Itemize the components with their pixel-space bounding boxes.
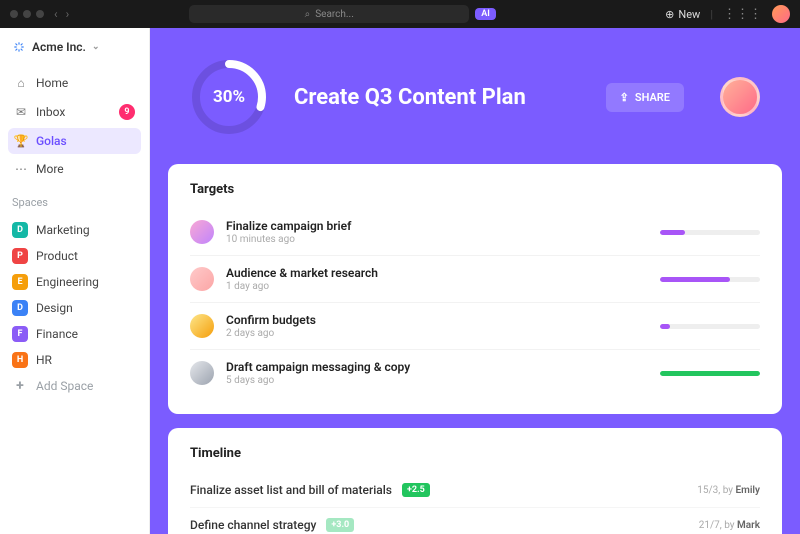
progress-bar	[660, 230, 760, 235]
timeline-item-title: Define channel strategy	[190, 518, 316, 532]
space-label: Design	[36, 301, 73, 315]
target-title: Audience & market research	[226, 266, 648, 280]
assignee-avatar	[190, 361, 214, 385]
progress-percent: 30%	[190, 58, 268, 136]
timeline-row[interactable]: Define channel strategy +3.0 21/7, by Mark	[190, 507, 760, 534]
space-icon: D	[12, 300, 28, 316]
hero: 30% Create Q3 Content Plan ⇪SHARE	[150, 28, 800, 164]
space-icon: E	[12, 274, 28, 290]
space-icon: D	[12, 222, 28, 238]
inbox-badge: 9	[119, 104, 135, 120]
target-row[interactable]: Draft campaign messaging & copy5 days ag…	[190, 349, 760, 396]
search-icon: ⌕	[305, 9, 311, 20]
timeline-item-title: Finalize asset list and bill of material…	[190, 483, 392, 497]
workspace-icon	[12, 40, 26, 54]
inbox-icon: ✉	[14, 105, 28, 119]
timeline-meta: 21/7, by Mark	[699, 520, 760, 531]
forward-icon[interactable]: ›	[66, 7, 70, 21]
score-badge: +3.0	[326, 518, 354, 532]
search-input[interactable]: ⌕ Search...	[189, 5, 469, 23]
add-space-button[interactable]: +Add Space	[8, 373, 141, 399]
workspace-name: Acme Inc.	[32, 40, 86, 54]
score-badge: +2.5	[402, 483, 430, 497]
space-label: Finance	[36, 327, 78, 341]
targets-card: Targets Finalize campaign brief10 minute…	[168, 164, 782, 414]
space-item[interactable]: H HR	[8, 347, 141, 373]
timeline-meta: 15/3, by Emily	[697, 485, 760, 496]
progress-ring: 30%	[190, 58, 268, 136]
space-item[interactable]: E Engineering	[8, 269, 141, 295]
space-label: Marketing	[36, 223, 90, 237]
progress-bar	[660, 324, 760, 329]
space-item[interactable]: F Finance	[8, 321, 141, 347]
assignee-avatar	[190, 314, 214, 338]
target-title: Draft campaign messaging & copy	[226, 360, 648, 374]
spaces-heading: Spaces	[12, 196, 137, 209]
target-title: Finalize campaign brief	[226, 219, 648, 233]
back-icon[interactable]: ‹	[54, 7, 58, 21]
share-button[interactable]: ⇪SHARE	[606, 83, 684, 112]
space-label: HR	[36, 353, 52, 367]
space-item[interactable]: D Design	[8, 295, 141, 321]
trophy-icon: 🏆	[14, 134, 28, 148]
window-controls[interactable]	[10, 10, 44, 18]
search-placeholder: Search...	[315, 9, 354, 20]
ai-badge[interactable]: AI	[475, 8, 496, 20]
timeline-row[interactable]: Finalize asset list and bill of material…	[190, 473, 760, 507]
target-meta: 2 days ago	[226, 328, 648, 339]
targets-title: Targets	[190, 182, 760, 197]
timeline-card: Timeline Finalize asset list and bill of…	[168, 428, 782, 534]
space-icon: P	[12, 248, 28, 264]
new-button[interactable]: ⊕New	[665, 8, 700, 21]
sidebar-item-inbox[interactable]: ✉Inbox9	[8, 98, 141, 126]
topbar: ‹› ⌕ Search... AI ⊕New | ⋮⋮⋮	[0, 0, 800, 28]
nav-arrows[interactable]: ‹›	[54, 7, 69, 21]
space-icon: F	[12, 326, 28, 342]
target-title: Confirm budgets	[226, 313, 648, 327]
space-item[interactable]: D Marketing	[8, 217, 141, 243]
space-label: Engineering	[36, 275, 99, 289]
sidebar-item-more[interactable]: ⋯More	[8, 156, 141, 182]
timeline-title: Timeline	[190, 446, 760, 461]
home-icon: ⌂	[14, 76, 28, 90]
plus-icon: ⊕	[665, 8, 674, 21]
workspace-switcher[interactable]: Acme Inc. ⌄	[8, 38, 141, 56]
target-meta: 1 day ago	[226, 281, 648, 292]
sidebar: Acme Inc. ⌄ ⌂Home ✉Inbox9 🏆Golas ⋯More S…	[0, 28, 150, 534]
more-icon: ⋯	[14, 162, 28, 176]
progress-bar	[660, 277, 760, 282]
progress-bar	[660, 371, 760, 376]
sidebar-item-home[interactable]: ⌂Home	[8, 70, 141, 96]
apps-grid-icon[interactable]: ⋮⋮⋮	[723, 7, 762, 22]
page-title: Create Q3 Content Plan	[294, 85, 580, 110]
target-row[interactable]: Finalize campaign brief10 minutes ago	[190, 209, 760, 255]
space-label: Product	[36, 249, 78, 263]
target-row[interactable]: Audience & market research1 day ago	[190, 255, 760, 302]
chevron-down-icon: ⌄	[92, 42, 100, 52]
plus-icon: +	[12, 378, 28, 394]
main-content: 30% Create Q3 Content Plan ⇪SHARE Target…	[150, 28, 800, 534]
share-icon: ⇪	[620, 91, 629, 104]
space-item[interactable]: P Product	[8, 243, 141, 269]
assignee-avatar	[190, 220, 214, 244]
user-avatar[interactable]	[772, 5, 790, 23]
target-meta: 5 days ago	[226, 375, 648, 386]
sidebar-item-goals[interactable]: 🏆Golas	[8, 128, 141, 154]
owner-avatar[interactable]	[720, 77, 760, 117]
target-row[interactable]: Confirm budgets2 days ago	[190, 302, 760, 349]
space-icon: H	[12, 352, 28, 368]
target-meta: 10 minutes ago	[226, 234, 648, 245]
divider: |	[710, 8, 713, 21]
assignee-avatar	[190, 267, 214, 291]
